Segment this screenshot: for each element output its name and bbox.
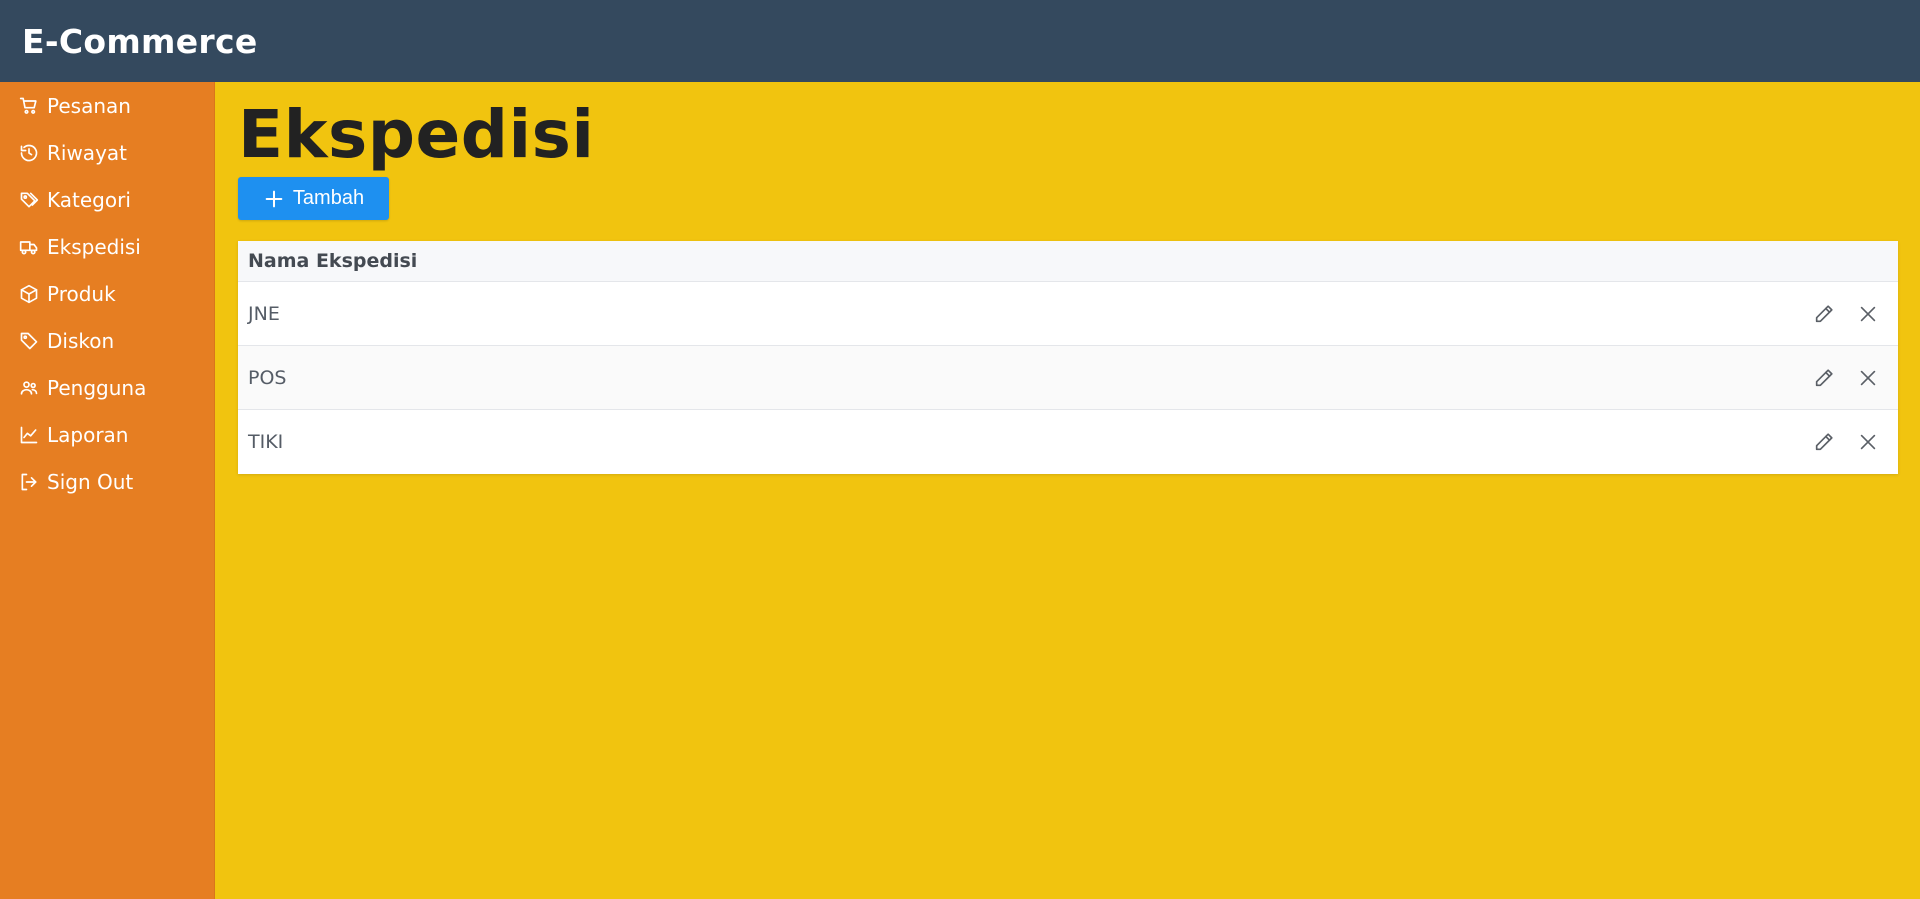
- page-title: Ekspedisi: [238, 96, 595, 173]
- chart-line-icon: [18, 424, 40, 446]
- row-actions: [1812, 302, 1880, 326]
- delete-button[interactable]: [1856, 430, 1880, 454]
- sidebar-item-label: Riwayat: [47, 140, 127, 165]
- edit-button[interactable]: [1812, 430, 1836, 454]
- sidebar-item-kategori[interactable]: Kategori: [0, 176, 214, 223]
- add-button-label: Tambah: [292, 187, 365, 209]
- box-icon: [18, 283, 40, 305]
- ekspedisi-table: Nama Ekspedisi JNE POS TIKI: [238, 241, 1898, 474]
- table-row: JNE: [238, 282, 1898, 346]
- cart-icon: [18, 95, 40, 117]
- add-button[interactable]: Tambah: [238, 177, 389, 220]
- sidebar-item-riwayat[interactable]: Riwayat: [0, 129, 214, 176]
- edit-button[interactable]: [1812, 366, 1836, 390]
- sidebar-item-label: Diskon: [47, 328, 115, 353]
- close-icon: [1860, 434, 1876, 450]
- table-header: Nama Ekspedisi: [238, 241, 1898, 282]
- sign-out-icon: [18, 471, 40, 493]
- tag-icon: [18, 330, 40, 352]
- table-row: POS: [238, 346, 1898, 410]
- tags-icon: [18, 189, 40, 211]
- row-actions: [1812, 430, 1880, 454]
- row-actions: [1812, 366, 1880, 390]
- ekspedisi-name: JNE: [248, 302, 280, 325]
- app-brand[interactable]: E-Commerce: [22, 22, 258, 61]
- delete-button[interactable]: [1856, 366, 1880, 390]
- close-icon: [1860, 370, 1876, 385]
- main-content: Ekspedisi Tambah Nama Ekspedisi JNE POS: [216, 82, 1920, 899]
- sidebar-item-label: Produk: [47, 281, 116, 306]
- sidebar-item-sign-out[interactable]: Sign Out: [0, 458, 214, 505]
- sidebar-item-pesanan[interactable]: Pesanan: [0, 82, 214, 129]
- sidebar-item-pengguna[interactable]: Pengguna: [0, 364, 214, 411]
- sidebar-item-label: Ekspedisi: [47, 234, 141, 259]
- sidebar-item-label: Laporan: [47, 422, 129, 447]
- sidebar-item-produk[interactable]: Produk: [0, 270, 214, 317]
- delete-button[interactable]: [1856, 302, 1880, 326]
- sidebar-item-label: Pesanan: [47, 93, 131, 118]
- users-icon: [18, 377, 40, 399]
- sidebar-item-label: Sign Out: [47, 469, 134, 494]
- truck-icon: [18, 236, 40, 258]
- sidebar-item-diskon[interactable]: Diskon: [0, 317, 214, 364]
- ekspedisi-name: TIKI: [248, 431, 284, 453]
- column-header-name: Nama Ekspedisi: [248, 250, 418, 272]
- sidebar-item-label: Kategori: [47, 187, 131, 212]
- sidebar-item-label: Pengguna: [47, 375, 147, 400]
- history-icon: [18, 142, 40, 164]
- plus-icon: [263, 188, 285, 210]
- pencil-icon: [1815, 304, 1833, 322]
- ekspedisi-name: POS: [248, 366, 287, 389]
- close-icon: [1860, 306, 1876, 321]
- pencil-icon: [1815, 368, 1833, 386]
- pencil-icon: [1815, 433, 1833, 451]
- sidebar-item-laporan[interactable]: Laporan: [0, 411, 214, 458]
- table-row: TIKI: [238, 410, 1898, 474]
- top-navbar: E-Commerce: [0, 0, 1920, 82]
- sidebar: Pesanan Riwayat Kategori Ekspedisi Produ…: [0, 82, 215, 899]
- sidebar-item-ekspedisi[interactable]: Ekspedisi: [0, 223, 214, 270]
- edit-button[interactable]: [1812, 302, 1836, 326]
